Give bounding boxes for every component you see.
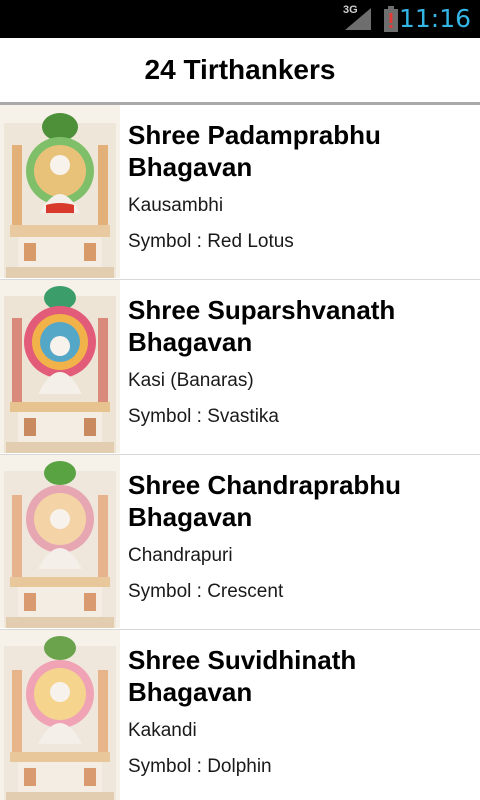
item-name: Shree Suparshvanath Bhagavan — [128, 295, 396, 357]
tirthanker-list[interactable]: Shree Padamprabhu Bhagavan Kausambhi Sym… — [0, 105, 480, 800]
idol-illustration — [0, 105, 120, 278]
item-symbol: Symbol : Svastika — [128, 406, 279, 427]
clock: 11:16 — [398, 4, 471, 33]
item-name: Shree Suvidhinath Bhagavan — [128, 645, 357, 707]
idol-image — [0, 105, 120, 278]
item-place: Kasi (Banaras) — [128, 370, 254, 391]
item-place: Kakandi — [128, 720, 197, 741]
item-text: Shree Suvidhinath Bhagavan Kakandi Symbo… — [128, 644, 476, 778]
item-text: Shree Padamprabhu Bhagavan Kausambhi Sym… — [128, 119, 476, 253]
item-name: Shree Padamprabhu Bhagavan — [128, 120, 381, 182]
idol-illustration — [0, 630, 120, 800]
item-name: Shree Chandraprabhu Bhagavan — [128, 470, 402, 532]
status-bar: 3G 11:16 — [0, 0, 480, 38]
item-place: Kausambhi — [128, 195, 224, 216]
idol-illustration — [0, 455, 120, 628]
list-item[interactable]: Shree Suparshvanath Bhagavan Kasi (Banar… — [0, 280, 480, 455]
item-text: Shree Chandraprabhu Bhagavan Chandrapuri… — [128, 469, 476, 603]
idol-image — [0, 630, 120, 800]
item-place: Chandrapuri — [128, 545, 233, 566]
idol-image — [0, 455, 120, 628]
signal-3g-icon — [345, 8, 371, 30]
app-header: 24 Tirthankers — [0, 38, 480, 102]
list-item[interactable]: Shree Padamprabhu Bhagavan Kausambhi Sym… — [0, 105, 480, 280]
idol-illustration — [0, 280, 120, 453]
item-symbol: Symbol : Red Lotus — [128, 231, 294, 252]
item-symbol: Symbol : Dolphin — [128, 756, 272, 777]
item-symbol: Symbol : Crescent — [128, 581, 284, 602]
list-item[interactable]: Shree Chandraprabhu Bhagavan Chandrapuri… — [0, 455, 480, 630]
item-text: Shree Suparshvanath Bhagavan Kasi (Banar… — [128, 294, 476, 428]
idol-image — [0, 280, 120, 453]
battery-alert-icon — [384, 6, 398, 32]
list-item[interactable]: Shree Suvidhinath Bhagavan Kakandi Symbo… — [0, 630, 480, 800]
page-title: 24 Tirthankers — [144, 54, 336, 85]
